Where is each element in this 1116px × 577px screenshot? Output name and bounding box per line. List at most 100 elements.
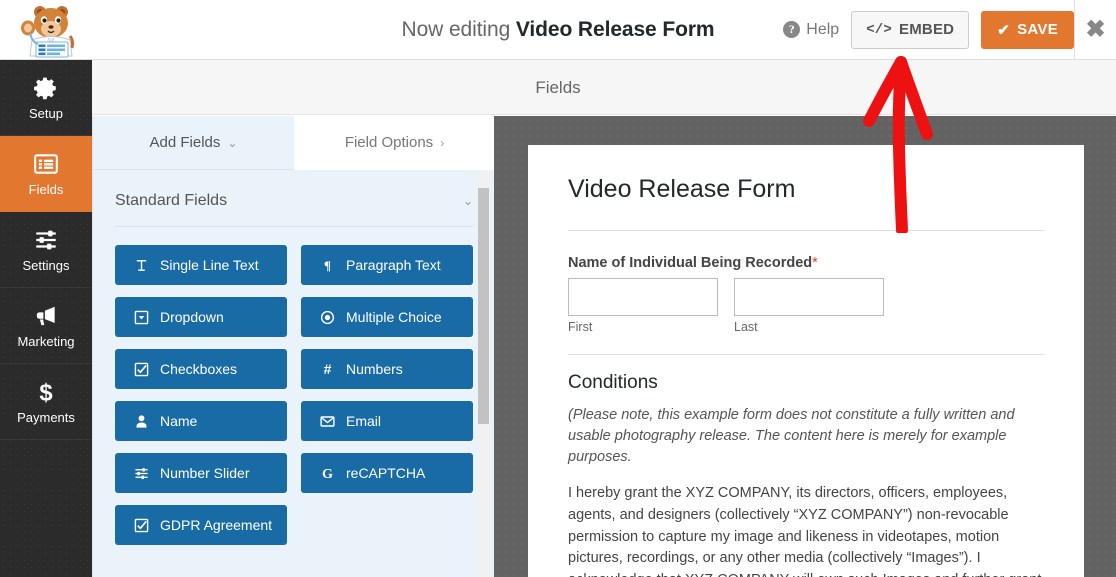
- header-actions: ? Help </> EMBED ✔ SAVE: [783, 0, 1074, 59]
- fields-bar-title: Fields: [535, 78, 581, 97]
- standard-fields-section-header[interactable]: Standard Fields ⌄: [115, 192, 473, 227]
- svg-text:¶: ¶: [323, 258, 330, 273]
- chevron-down-icon: ⌄: [462, 194, 473, 208]
- form-name-title: Video Release Form: [515, 18, 715, 41]
- field-button-label: Paragraph Text: [346, 257, 441, 273]
- help-label: Help: [806, 20, 840, 38]
- sliders-icon: [133, 465, 149, 481]
- field-button-numbers[interactable]: # Numbers: [301, 349, 473, 389]
- first-name-group: First: [568, 278, 718, 334]
- field-button-checkboxes[interactable]: Checkboxes: [115, 349, 287, 389]
- list-icon: [33, 151, 59, 177]
- field-button-label: Name: [160, 413, 198, 429]
- conditions-body: I hereby grant the XYZ COMPANY, its dire…: [568, 485, 1041, 577]
- field-button-multiple-choice[interactable]: Multiple Choice: [301, 297, 473, 337]
- field-button-label: reCAPTCHA: [346, 465, 426, 481]
- panel-scrollbar-thumb[interactable]: [478, 188, 489, 424]
- checkbox-icon: [133, 517, 149, 533]
- sidebar-item-label: Marketing: [17, 333, 75, 349]
- field-button-number-slider[interactable]: Number Slider: [115, 453, 287, 493]
- panel-tabs: Add Fields ⌄ Field Options ›: [93, 116, 495, 170]
- fields-section-bar: Fields: [0, 60, 1116, 115]
- tab-field-options[interactable]: Field Options ›: [294, 116, 495, 170]
- help-button[interactable]: ? Help: [783, 21, 839, 39]
- tab-add-fields[interactable]: Add Fields ⌄: [93, 116, 294, 170]
- gear-icon: [33, 75, 59, 101]
- name-inputs-row: First Last: [568, 278, 1044, 334]
- field-button-name[interactable]: Name: [115, 401, 287, 441]
- first-name-input[interactable]: [568, 278, 718, 316]
- first-name-sublabel: First: [568, 320, 593, 334]
- sidebar-item-label: Setup: [29, 105, 63, 121]
- form-preview-card: Video Release Form Name of Individual Be…: [528, 145, 1084, 577]
- sliders-icon: [33, 227, 59, 253]
- last-name-group: Last: [734, 278, 884, 334]
- conditions-note: (Please note, this example form does not…: [568, 407, 1015, 466]
- form-preview-area: Video Release Form Name of Individual Be…: [494, 116, 1116, 577]
- field-button-dropdown[interactable]: Dropdown: [115, 297, 287, 337]
- standard-fields-label: Standard Fields: [115, 192, 228, 209]
- user-icon: [133, 413, 149, 429]
- field-button-grid: Single Line Text ¶ Paragraph Text Dropdo…: [115, 245, 473, 545]
- field-button-label: Single Line Text: [160, 257, 259, 273]
- last-name-input[interactable]: [734, 278, 884, 316]
- hash-icon: #: [319, 361, 335, 377]
- builder-sidebar: Setup Fields Settings Marketing $ Paymen…: [0, 60, 92, 577]
- field-button-label: Dropdown: [160, 309, 224, 325]
- form-divider: [568, 354, 1044, 355]
- sidebar-item-payments[interactable]: $ Payments: [0, 364, 92, 440]
- field-button-email[interactable]: Email: [301, 401, 473, 441]
- preview-field-name[interactable]: Name of Individual Being Recorded* First…: [568, 255, 1044, 334]
- field-button-single-line-text[interactable]: Single Line Text: [115, 245, 287, 285]
- embed-label: EMBED: [899, 21, 955, 38]
- field-button-label: Email: [346, 413, 382, 429]
- help-icon: ?: [783, 21, 801, 38]
- dollar-icon: $: [33, 379, 59, 406]
- sidebar-item-setup[interactable]: Setup: [0, 60, 92, 136]
- google-g-icon: G: [319, 465, 335, 481]
- form-preview-title: Video Release Form: [568, 175, 1044, 231]
- check-icon: ✔: [997, 21, 1011, 39]
- chevron-down-icon: ⌄: [227, 135, 238, 150]
- add-fields-panel: Add Fields ⌄ Field Options › Standard Fi…: [92, 116, 495, 577]
- envelope-icon: [319, 413, 335, 429]
- field-button-label: Checkboxes: [160, 361, 238, 377]
- editing-prefix: Now editing: [401, 18, 516, 41]
- app-header: Now editing Video Release Form ? Help </…: [0, 0, 1116, 60]
- sidebar-item-settings[interactable]: Settings: [0, 212, 92, 288]
- field-button-gdpr-agreement[interactable]: GDPR Agreement: [115, 505, 287, 545]
- field-button-label: GDPR Agreement: [160, 517, 273, 533]
- text-cursor-icon: [133, 257, 149, 273]
- field-button-paragraph-text[interactable]: ¶ Paragraph Text: [301, 245, 473, 285]
- sidebar-item-marketing[interactable]: Marketing: [0, 288, 92, 364]
- checkbox-icon: [133, 361, 149, 377]
- radio-button-icon: [319, 309, 335, 325]
- wpforms-builder-window: Now editing Video Release Form ? Help </…: [0, 0, 1116, 577]
- tab-add-fields-label: Add Fields: [149, 134, 221, 151]
- dropdown-caret-icon: [133, 309, 149, 325]
- code-brackets-icon: </>: [866, 21, 893, 38]
- save-button[interactable]: ✔ SAVE: [981, 10, 1074, 49]
- megaphone-icon: [33, 303, 59, 329]
- pilcrow-icon: ¶: [319, 257, 335, 273]
- field-button-label: Numbers: [346, 361, 403, 377]
- embed-button[interactable]: </> EMBED: [851, 10, 970, 49]
- required-asterisk: *: [812, 255, 818, 271]
- sidebar-item-label: Settings: [22, 257, 70, 273]
- sidebar-item-label: Fields: [28, 181, 64, 197]
- sidebar-item-fields[interactable]: Fields: [0, 136, 92, 212]
- field-button-recaptcha[interactable]: G reCAPTCHA: [301, 453, 473, 493]
- close-button[interactable]: ✖: [1074, 0, 1116, 59]
- close-icon: ✖: [1085, 16, 1106, 43]
- sidebar-item-label: Payments: [17, 409, 75, 425]
- last-name-sublabel: Last: [734, 320, 758, 334]
- svg-text:G: G: [322, 466, 333, 481]
- svg-text:#: #: [323, 362, 331, 377]
- conditions-heading: Conditions: [568, 372, 658, 393]
- field-button-label: Number Slider: [160, 465, 250, 481]
- save-label: SAVE: [1017, 21, 1058, 38]
- panel-body: Standard Fields ⌄ Single Line Text ¶ Par…: [93, 170, 495, 577]
- preview-field-label-text: Name of Individual Being Recorded: [568, 255, 813, 271]
- tab-field-options-label: Field Options: [344, 134, 434, 151]
- preview-field-label: Name of Individual Being Recorded*: [568, 255, 1044, 271]
